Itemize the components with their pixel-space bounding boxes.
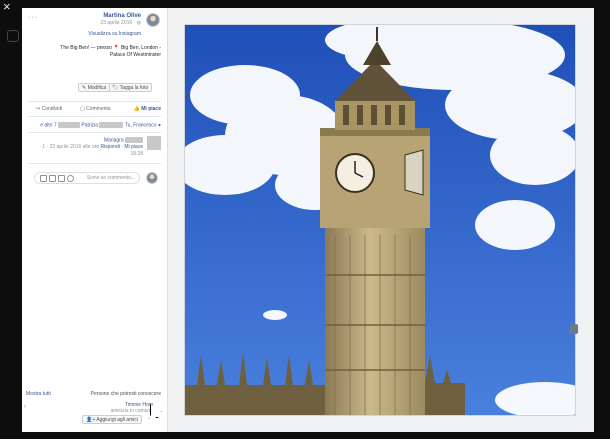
mutual-friends: amicizia in comune	[110, 408, 153, 414]
show-all-link[interactable]: Mostra tutti	[26, 391, 51, 397]
comment-input[interactable]: Scrivi un commento...	[34, 172, 140, 184]
blurred-name	[99, 122, 124, 128]
sticker-icon[interactable]	[40, 175, 47, 182]
author-name[interactable]: Martina Olive	[41, 13, 141, 19]
comment-meta: · 1 · 23 aprile 2016 alle ore Rispondi ·…	[39, 144, 143, 150]
post-sidebar: ··· Martina Olive 23 aprile 2016 · ◍ Vis…	[22, 8, 168, 432]
comment-author[interactable]: Mariagra	[33, 137, 143, 143]
current-user-avatar[interactable]	[146, 172, 158, 184]
post-date[interactable]: 23 aprile 2016 · ◍	[41, 20, 141, 26]
close-icon[interactable]: ×	[3, 0, 11, 14]
thumbs-up-icon: 👍	[133, 106, 140, 112]
camera-icon[interactable]	[58, 175, 65, 182]
like-button[interactable]: 👍 Mi piace	[134, 106, 161, 112]
commenter-avatar[interactable]	[147, 136, 161, 150]
chevron-icon[interactable]: ›	[148, 416, 150, 422]
add-friend-button[interactable]: 👤+ Aggiungi agli amici	[82, 415, 142, 424]
pencil-icon: ✎	[82, 85, 87, 91]
comment-placeholder: Scrivi un commento...	[86, 175, 135, 181]
divider	[28, 132, 161, 133]
divider	[28, 101, 161, 102]
chevron-icon[interactable]: ‹	[24, 404, 26, 410]
divider	[28, 116, 161, 117]
divider	[28, 163, 161, 164]
more-options-icon[interactable]: ···	[28, 14, 38, 21]
author-avatar[interactable]	[146, 13, 160, 27]
add-friend-icon: 👤+	[86, 417, 96, 423]
tag-photo-button[interactable]: 🏷 Tagga la foto	[108, 83, 153, 92]
background-icon	[7, 30, 19, 42]
comment-icon: ▢	[80, 106, 85, 112]
tag-icon: 🏷	[112, 85, 119, 91]
reply-link[interactable]: Rispondi	[100, 144, 119, 150]
emoji-icon[interactable]	[67, 175, 74, 182]
comment-like-link[interactable]: Mi piace	[124, 144, 143, 150]
big-ben-photo	[184, 24, 576, 416]
share-button[interactable]: ↪ Condividi	[36, 106, 62, 112]
photo-image	[185, 25, 575, 415]
edit-button[interactable]: ✎ Modifica	[78, 83, 111, 92]
share-icon: ↪	[36, 106, 41, 112]
blurred-name	[125, 137, 143, 143]
reactions-summary[interactable]: e altri 7 Patrizia Tu, Francesco ●	[25, 122, 161, 128]
partial-avatar	[570, 324, 578, 334]
photo-viewer	[168, 8, 594, 432]
gif-icon[interactable]	[49, 175, 56, 182]
globe-icon: ◍	[136, 20, 141, 26]
suggestions-title: Persone che potresti conoscere	[90, 391, 161, 397]
like-reaction-icon: ●	[157, 122, 161, 129]
comment-time: 18:28	[130, 151, 143, 157]
caption-line-2: Palace Of Westminster	[109, 52, 161, 58]
comment-button[interactable]: ▢ Commenta	[80, 106, 111, 112]
caption-line-1: The Big Ben! — presso 📍 Big Ben, London …	[60, 45, 161, 51]
instagram-link[interactable]: Visualizza su Instagram	[41, 31, 141, 37]
blurred-name	[58, 122, 81, 128]
